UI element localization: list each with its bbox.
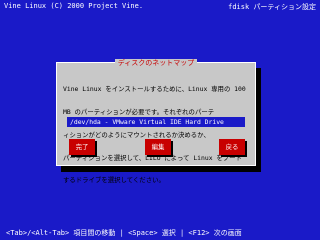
back-button[interactable]: 戻る	[219, 139, 245, 155]
edit-button[interactable]: 編集	[145, 139, 171, 155]
fdisk-dialog: ディスクのネットマップ Vine Linux をインストールするために、Linu…	[56, 59, 256, 184]
message-line: Vine Linux をインストールするために、Linux 専用の 100	[63, 85, 246, 94]
keyboard-hint-bar: <Tab>/<Alt-Tab> 項目間の移動 | <Space> 選択 | <F…	[6, 229, 242, 237]
done-button[interactable]: 完了	[69, 139, 95, 155]
dialog-title-text: ディスクのネットマップ	[114, 59, 198, 67]
top-status-bar: Vine Linux (C) 2000 Project Vine. fdisk …	[0, 2, 320, 12]
message-line: パーティションを選択して、LILO によって Linux をブート	[63, 153, 242, 162]
dialog-message: Vine Linux をインストールするために、Linux 専用の 100 MB…	[63, 71, 251, 200]
message-line: するドライブを選択してください。	[63, 176, 165, 185]
message-line: MB のパーティションが必要です。それぞれのパーテ	[63, 107, 215, 116]
dialog-title: ディスクのネットマップ	[57, 59, 255, 67]
copyright-text: Vine Linux (C) 2000 Project Vine.	[4, 2, 144, 10]
screen-title: fdisk パーティション設定	[228, 3, 316, 11]
drive-list-item-selected[interactable]: /dev/hda - VMware Virtual IDE Hard Drive	[67, 117, 245, 127]
